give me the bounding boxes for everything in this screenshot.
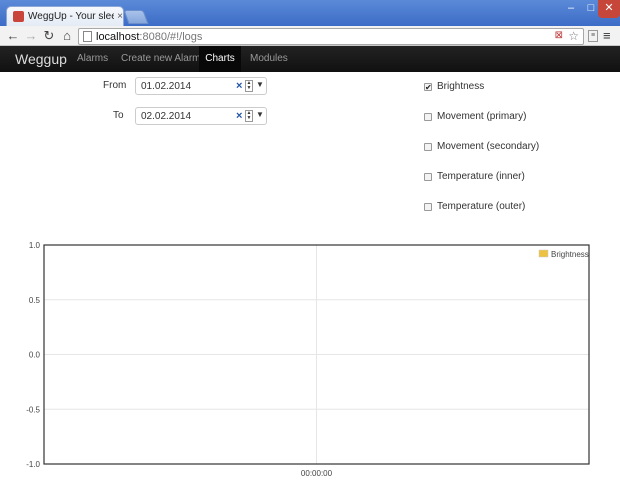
series-toggle-temperature-inner[interactable]: Temperature (inner) [424,171,525,182]
url-path: :8080/#!/logs [139,30,203,43]
from-date-value: 01.02.2014 [141,81,192,92]
url-host: localhost [96,30,140,43]
legend-label: Brightness [551,250,589,259]
forward-arrow-icon[interactable]: → [23,28,39,44]
from-date-input[interactable]: 01.02.2014 × ▲ ▼ ▼ [135,77,267,95]
extension-icon[interactable]: ≡ [588,30,598,42]
spinner-icon[interactable]: ▲ ▼ [245,80,253,92]
series-toggle-brightness[interactable]: ✔ Brightness [424,81,484,92]
y-tick-label: -1.0 [26,460,40,469]
window-minimize-button[interactable]: – [560,0,582,18]
window-close-button[interactable]: ✕ [598,0,620,18]
new-tab-button[interactable] [123,10,149,24]
checkbox-label: Temperature (inner) [437,171,525,182]
checkbox-label: Temperature (outer) [437,201,526,212]
checkbox-movement-secondary[interactable] [424,142,432,151]
y-tick-label: 0.0 [29,351,41,360]
checkbox-label: Movement (primary) [437,111,527,122]
menu-icon[interactable]: ≡ [603,28,611,43]
nav-create-alarm[interactable]: Create new Alarm [121,46,200,72]
reload-icon[interactable]: ↻ [41,28,57,44]
spinner-icon[interactable]: ▲ ▼ [245,110,253,122]
checkbox-temperature-inner[interactable] [424,172,432,181]
nav-alarms[interactable]: Alarms [77,46,108,72]
from-label: From [103,80,127,91]
home-icon[interactable]: ⌂ [59,28,75,44]
checkbox-movement-primary[interactable] [424,112,432,121]
dropdown-arrow-icon[interactable]: ▼ [256,80,264,89]
legend-swatch [538,249,549,258]
browser-toolbar: ← → ↻ ⌂ localhost :8080/#!/logs ⊠ ☆ ≡ ≡ [0,26,620,46]
y-tick-label: 1.0 [29,241,41,250]
page-icon [83,31,92,42]
brand-logo[interactable]: Weggup [15,46,67,72]
tab-title: WeggUp - Your sleep supp [28,11,115,22]
dropdown-arrow-icon[interactable]: ▼ [256,110,264,119]
y-tick-label: 0.5 [29,296,41,305]
back-arrow-icon[interactable]: ← [5,28,21,44]
app-navbar: Weggup Alarms Create new Alarm Charts Mo… [0,46,620,72]
clear-icon[interactable]: × [236,110,242,122]
checkbox-brightness[interactable]: ✔ [424,82,432,91]
series-toggle-movement-secondary[interactable]: Movement (secondary) [424,141,539,152]
browser-tab[interactable]: WeggUp - Your sleep supp × [6,6,124,26]
nav-charts[interactable]: Charts [199,46,241,72]
star-icon[interactable]: ☆ [568,29,579,43]
to-label: To [113,110,124,121]
nav-modules[interactable]: Modules [250,46,288,72]
x-tick-label: 00:00:00 [301,469,333,478]
tab-close-icon[interactable]: × [117,11,123,22]
clear-icon[interactable]: × [236,80,242,92]
to-date-input[interactable]: 02.02.2014 × ▲ ▼ ▼ [135,107,267,125]
window-titlebar: WeggUp - Your sleep supp × – □ ✕ [0,0,620,26]
checkbox-temperature-outer[interactable] [424,202,432,211]
checkbox-label: Movement (secondary) [437,141,540,152]
checkbox-label: Brightness [437,81,485,92]
y-tick-label: -0.5 [26,405,40,414]
address-bar[interactable]: localhost :8080/#!/logs ⊠ ☆ [78,28,584,45]
chart: 1.0 0.5 0.0 -0.5 -1.0 00:00:00 Brightness [26,241,590,478]
favicon-icon [13,11,24,22]
to-date-value: 02.02.2014 [141,111,192,122]
series-toggle-movement-primary[interactable]: Movement (primary) [424,111,526,122]
series-toggle-temperature-outer[interactable]: Temperature (outer) [424,201,525,212]
blocked-content-icon[interactable]: ⊠ [555,30,563,41]
